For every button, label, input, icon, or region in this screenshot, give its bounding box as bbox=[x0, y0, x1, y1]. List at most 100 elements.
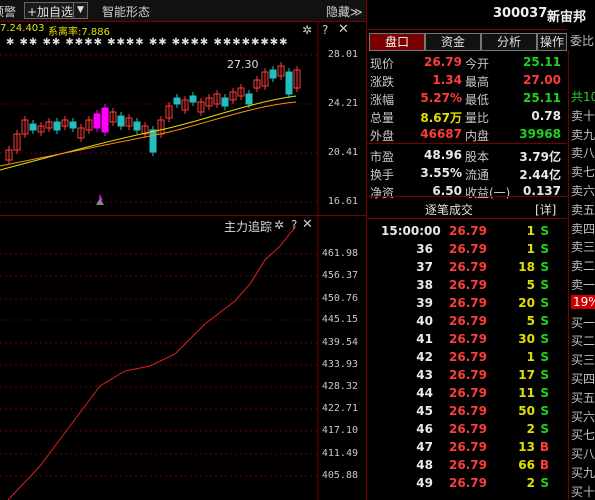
trade-seq: 45 bbox=[416, 404, 433, 418]
y-tick: 428.32 bbox=[321, 381, 358, 392]
trade-seq: 46 bbox=[416, 422, 433, 436]
orderbook-label: 卖三 bbox=[571, 240, 595, 255]
candle-body bbox=[133, 121, 141, 131]
trade-volume: 66 bbox=[518, 458, 535, 472]
close-icon[interactable]: ✕ bbox=[338, 22, 349, 37]
trade-row: 42 26.79 1 S bbox=[367, 350, 567, 368]
main-force-chart[interactable]: 主力追踪 ✲ ? ✕ 461.98 456.37 450.76 445.15 439.5… bbox=[0, 216, 366, 500]
trade-price: 26.79 bbox=[449, 224, 487, 238]
hide-panel-button[interactable]: 隐藏≫ bbox=[326, 3, 363, 20]
trade-volume: 1 bbox=[526, 224, 535, 238]
trade-side: S bbox=[540, 296, 549, 310]
y-tick: 405.88 bbox=[321, 470, 358, 481]
trade-seq: 36 bbox=[416, 242, 433, 256]
trade-row: 37 26.79 18 S bbox=[367, 260, 567, 278]
chevron-down-icon[interactable]: ▼ bbox=[73, 3, 87, 18]
trade-side: S bbox=[540, 224, 549, 238]
y-tick: 422.71 bbox=[321, 403, 358, 414]
chart-toolbar: 预警 +加自选 ▼ 智能形态 隐藏≫ bbox=[0, 0, 366, 22]
trade-price: 26.79 bbox=[449, 242, 487, 256]
candle-body bbox=[221, 97, 229, 107]
orderbook-label: 卖五 bbox=[571, 202, 595, 217]
quote-label: 最高 bbox=[465, 75, 490, 89]
tab-operation[interactable]: 操作 bbox=[537, 33, 567, 51]
candle-body bbox=[269, 69, 277, 79]
tab-capital[interactable]: 资金 bbox=[425, 33, 481, 51]
trade-row: 46 26.79 2 S bbox=[367, 422, 567, 440]
add-watchlist-button[interactable]: +加自选 ▼ bbox=[24, 2, 88, 19]
warn-button[interactable]: 预警 bbox=[0, 3, 16, 20]
orderbook-label: 买十 bbox=[571, 484, 595, 499]
quote-value: 27.00 bbox=[523, 73, 561, 87]
y-tick: 439.54 bbox=[321, 337, 358, 348]
trade-volume: 17 bbox=[518, 368, 535, 382]
stock-name: 新宙邦 bbox=[547, 10, 587, 25]
trade-seq: 38 bbox=[416, 278, 433, 292]
y-tick: 28.01 bbox=[327, 49, 358, 60]
trade-row: 45 26.79 50 S bbox=[367, 404, 567, 422]
trade-side: S bbox=[540, 422, 549, 436]
add-watchlist-label: +加自选 bbox=[27, 5, 74, 19]
trade-volume: 5 bbox=[526, 314, 535, 328]
ma-readout: 7.24.403 bbox=[0, 23, 45, 34]
candle-body bbox=[69, 121, 77, 129]
trade-price: 26.79 bbox=[449, 314, 487, 328]
trade-side: S bbox=[540, 404, 549, 418]
quote-row: 涨跌 1.34 最高 27.00 bbox=[367, 72, 567, 90]
quote-row: 现价 26.79 今开 25.11 bbox=[367, 54, 567, 72]
trade-seq: 40 bbox=[416, 314, 433, 328]
main-force-line bbox=[7, 225, 297, 500]
smart-pattern-button[interactable]: 智能形态 bbox=[102, 3, 150, 20]
help-icon[interactable]: ? bbox=[291, 218, 297, 232]
quote-value: 3.55% bbox=[420, 166, 462, 180]
trade-side: S bbox=[540, 260, 549, 274]
orderbook-label: 卖四 bbox=[571, 221, 595, 236]
candle-body bbox=[53, 121, 61, 131]
candle-body bbox=[101, 107, 109, 133]
trade-row: 44 26.79 11 S bbox=[367, 386, 567, 404]
orderbook-label: 买五 bbox=[571, 390, 595, 405]
quote-label: 涨跌 bbox=[370, 75, 395, 89]
ratio-label: 委比 bbox=[570, 34, 595, 48]
high-price-label: 27.30 bbox=[227, 58, 259, 71]
orderbook-label: 买七 bbox=[571, 428, 595, 443]
candle-body bbox=[117, 115, 125, 127]
quote-label: 换手 bbox=[370, 168, 395, 182]
trade-price: 26.79 bbox=[449, 296, 487, 310]
trade-row: 41 26.79 30 S bbox=[367, 332, 567, 350]
settings-gear-icon[interactable]: ✲ bbox=[274, 218, 284, 232]
quote-panel: 300037 新宙邦 盘口 资金 分析 操作 现价 26.79 今开 25.11… bbox=[367, 0, 586, 500]
trade-side: S bbox=[540, 350, 549, 364]
trade-row: 47 26.79 13 B bbox=[367, 440, 567, 458]
help-icon[interactable]: ? bbox=[322, 23, 328, 37]
quote-value: 1.34 bbox=[432, 73, 462, 87]
y-tick: 24.21 bbox=[327, 98, 358, 109]
trade-price: 26.79 bbox=[449, 404, 487, 418]
indicator-title: 主力追踪 bbox=[224, 220, 273, 234]
y-tick: 20.41 bbox=[327, 147, 358, 158]
quote-value: 25.11 bbox=[523, 55, 561, 69]
trade-seq: 47 bbox=[416, 440, 433, 454]
settings-gear-icon[interactable]: ✲ bbox=[302, 23, 312, 37]
kline-chart[interactable]: 7.24.403 系离率:7.886 ✲ ? ✕ ✱ ✱✱ ✱✱ ✱✱✱✱ ✱✱… bbox=[0, 22, 366, 215]
trades-title: 逐笔成交 bbox=[425, 203, 474, 217]
order-book: 共10 卖十卖九卖八卖七卖六卖五卖四卖三卖二卖一 19% 买一买二买三买四买五买六买七… bbox=[568, 50, 595, 500]
trade-row: 49 26.79 2 S bbox=[367, 476, 567, 494]
quote-row: 市盈 48.96 股本 3.79亿 bbox=[367, 147, 567, 165]
candle-body bbox=[285, 71, 293, 95]
trades-detail-link[interactable]: [详] bbox=[535, 201, 556, 218]
tab-handicap[interactable]: 盘口 bbox=[369, 33, 425, 51]
quote-label: 流通 bbox=[465, 168, 490, 182]
y-tick: 461.98 bbox=[321, 248, 358, 259]
tab-analysis[interactable]: 分析 bbox=[481, 33, 537, 51]
trade-volume: 1 bbox=[526, 350, 535, 364]
close-icon[interactable]: ✕ bbox=[302, 217, 313, 232]
quote-label: 股本 bbox=[465, 150, 490, 164]
quote-label: 今开 bbox=[465, 57, 490, 71]
candle-body bbox=[29, 123, 37, 131]
trade-seq: 49 bbox=[416, 476, 433, 490]
trade-row: 43 26.79 17 S bbox=[367, 368, 567, 386]
candle-body bbox=[149, 129, 157, 153]
quote-label: 总量 bbox=[370, 111, 395, 125]
candle-body bbox=[93, 113, 101, 129]
